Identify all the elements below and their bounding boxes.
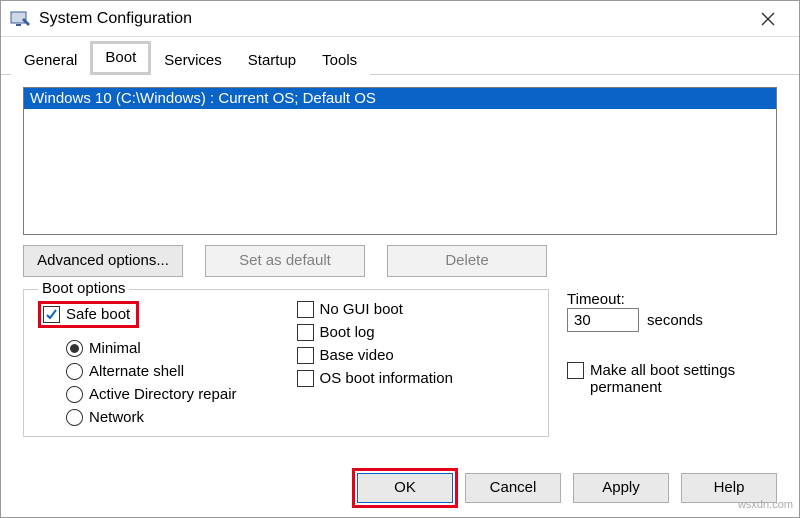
apply-button[interactable]: Apply <box>573 473 669 503</box>
checkbox-icon <box>567 362 584 379</box>
delete-button: Delete <box>387 245 547 277</box>
checkbox-icon <box>297 324 314 341</box>
checkbox-icon <box>43 306 60 323</box>
boot-options-legend: Boot options <box>38 280 129 297</box>
system-configuration-window: System Configuration General Boot Servic… <box>0 0 800 518</box>
checkbox-icon <box>297 301 314 318</box>
radio-icon <box>66 340 83 357</box>
radio-ad-repair[interactable]: Active Directory repair <box>66 386 237 403</box>
tab-general[interactable]: General <box>11 46 90 75</box>
tab-strip: General Boot Services Startup Tools <box>1 41 799 75</box>
os-info-checkbox[interactable]: OS boot information <box>297 370 453 387</box>
safe-boot-label: Safe boot <box>66 306 130 323</box>
safe-boot-column: Safe boot Minimal Alternate shell <box>38 301 237 426</box>
base-video-checkbox[interactable]: Base video <box>297 347 453 364</box>
radio-network[interactable]: Network <box>66 409 237 426</box>
timeout-label: Timeout: <box>567 291 777 308</box>
timeout-group: Timeout: seconds <box>567 291 777 332</box>
permanent-checkbox[interactable]: Make all boot settings permanent <box>567 362 777 396</box>
boot-log-label: Boot log <box>320 324 375 341</box>
right-pane: Timeout: seconds Make all boot settings … <box>567 289 777 437</box>
no-gui-label: No GUI boot <box>320 301 403 318</box>
advanced-options-button[interactable]: Advanced options... <box>23 245 183 277</box>
boot-toolbar: Advanced options... Set as default Delet… <box>23 245 777 277</box>
tab-startup[interactable]: Startup <box>235 46 309 75</box>
app-icon <box>9 8 31 30</box>
base-video-label: Base video <box>320 347 394 364</box>
cancel-button[interactable]: Cancel <box>465 473 561 503</box>
safe-boot-radio-group: Minimal Alternate shell Active Directory… <box>66 340 237 426</box>
radio-icon <box>66 409 83 426</box>
permanent-label: Make all boot settings permanent <box>590 362 760 396</box>
radio-icon <box>66 386 83 403</box>
checkbox-icon <box>297 370 314 387</box>
tab-tools[interactable]: Tools <box>309 46 370 75</box>
set-default-button: Set as default <box>205 245 365 277</box>
dialog-footer: OK Cancel Apply Help <box>357 473 777 503</box>
os-listbox[interactable]: Windows 10 (C:\Windows) : Current OS; De… <box>23 87 777 235</box>
radio-alt-shell-label: Alternate shell <box>89 363 184 380</box>
radio-minimal-label: Minimal <box>89 340 141 357</box>
radio-icon <box>66 363 83 380</box>
boot-options-group: Boot options Safe boot Minimal <box>23 289 549 437</box>
window-title: System Configuration <box>39 10 745 28</box>
boot-log-checkbox[interactable]: Boot log <box>297 324 453 341</box>
radio-minimal[interactable]: Minimal <box>66 340 237 357</box>
radio-ad-repair-label: Active Directory repair <box>89 386 237 403</box>
timeout-input[interactable] <box>567 308 639 332</box>
tab-content-boot: Windows 10 (C:\Windows) : Current OS; De… <box>1 75 799 445</box>
ok-button[interactable]: OK <box>357 473 453 503</box>
tab-services[interactable]: Services <box>151 46 235 75</box>
lower-panel: Boot options Safe boot Minimal <box>23 289 777 437</box>
radio-network-label: Network <box>89 409 144 426</box>
tab-boot[interactable]: Boot <box>90 41 151 75</box>
os-info-label: OS boot information <box>320 370 453 387</box>
checkbox-icon <box>297 347 314 364</box>
watermark: wsxdn.com <box>738 499 793 511</box>
close-button[interactable] <box>745 4 791 34</box>
titlebar: System Configuration <box>1 1 799 37</box>
radio-alternate-shell[interactable]: Alternate shell <box>66 363 237 380</box>
no-gui-checkbox[interactable]: No GUI boot <box>297 301 453 318</box>
os-list-item[interactable]: Windows 10 (C:\Windows) : Current OS; De… <box>24 88 776 109</box>
boot-flags-column: No GUI boot Boot log Base video OS <box>297 301 453 426</box>
timeout-unit: seconds <box>647 312 703 329</box>
safe-boot-checkbox[interactable]: Safe boot <box>38 301 139 328</box>
